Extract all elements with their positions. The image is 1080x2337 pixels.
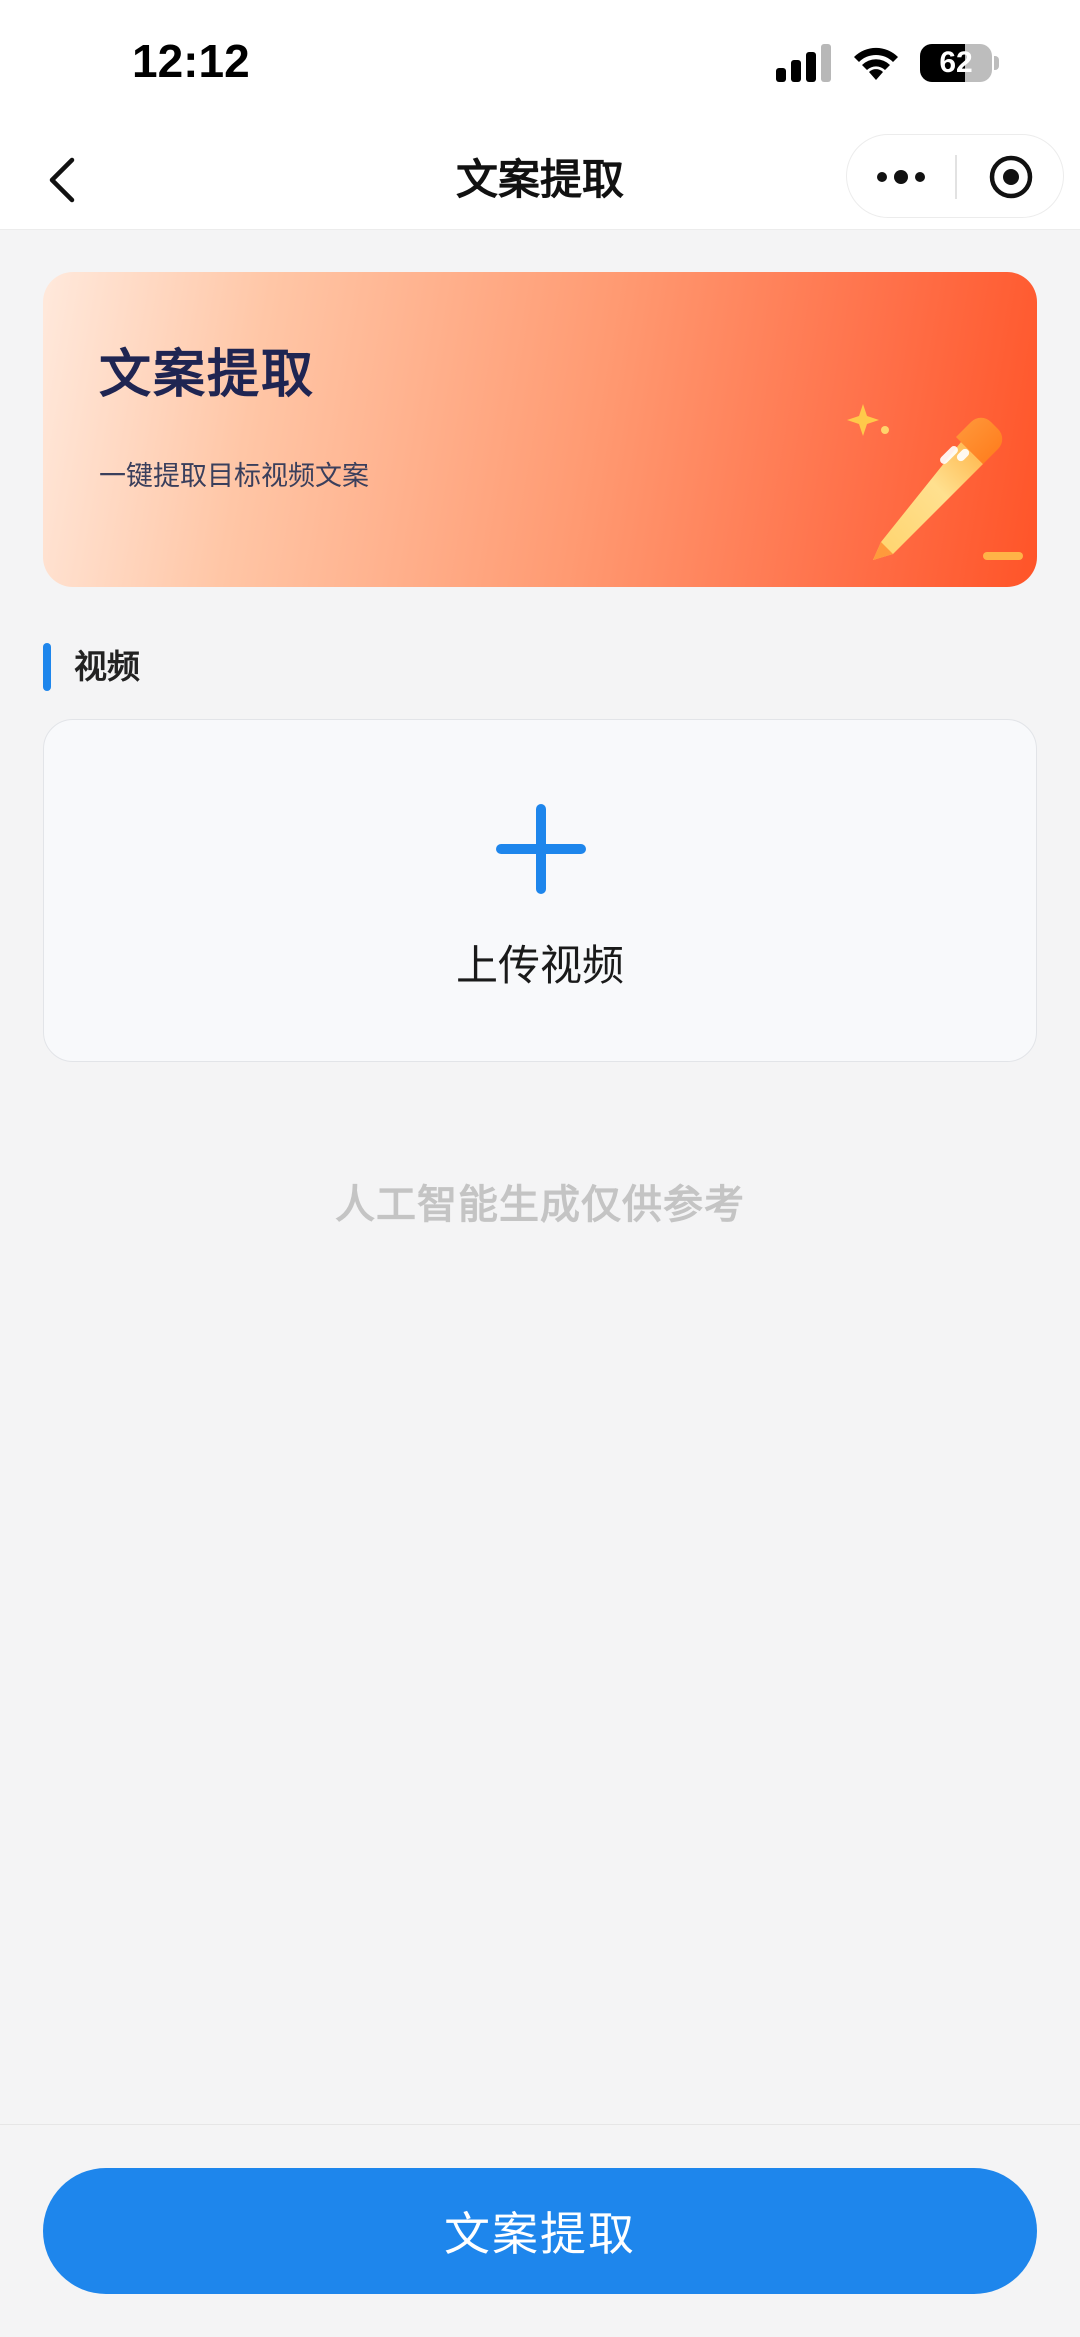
battery-level: 62	[939, 46, 973, 79]
nav-bar: 文案提取	[0, 130, 1080, 230]
feature-banner: 文案提取 一键提取目标视频文案	[43, 272, 1037, 587]
cellular-signal-icon	[776, 44, 831, 82]
section-title: 视频	[74, 647, 140, 686]
chevron-left-icon	[49, 157, 75, 203]
battery-icon: 62	[920, 44, 999, 82]
back-button[interactable]	[30, 148, 94, 212]
more-button[interactable]	[847, 135, 955, 219]
wifi-icon	[854, 47, 898, 80]
status-time: 12:12	[132, 35, 250, 87]
page: 12:12 62 文案提取 文案提取 一键提取目标视频文案 视频 上传视频 人工…	[0, 0, 1080, 2337]
plus-icon	[496, 804, 586, 894]
more-dots-icon	[877, 170, 925, 184]
mini-program-capsule	[846, 134, 1064, 218]
section-accent-bar	[43, 643, 51, 691]
upload-video-button[interactable]: 上传视频	[43, 719, 1037, 1062]
bottom-action-bar: 文案提取	[0, 2124, 1080, 2337]
close-mini-program-button[interactable]	[957, 135, 1065, 219]
extract-copy-button[interactable]: 文案提取	[43, 2168, 1037, 2294]
upload-label: 上传视频	[455, 941, 624, 990]
target-circle-icon	[989, 155, 1033, 199]
status-bar: 12:12 62	[0, 0, 1080, 130]
pencil-icon	[847, 404, 1023, 560]
banner-subtitle: 一键提取目标视频文案	[99, 461, 369, 492]
banner-title: 文案提取	[99, 345, 316, 405]
ai-disclaimer: 人工智能生成仅供参考	[335, 1182, 745, 1228]
